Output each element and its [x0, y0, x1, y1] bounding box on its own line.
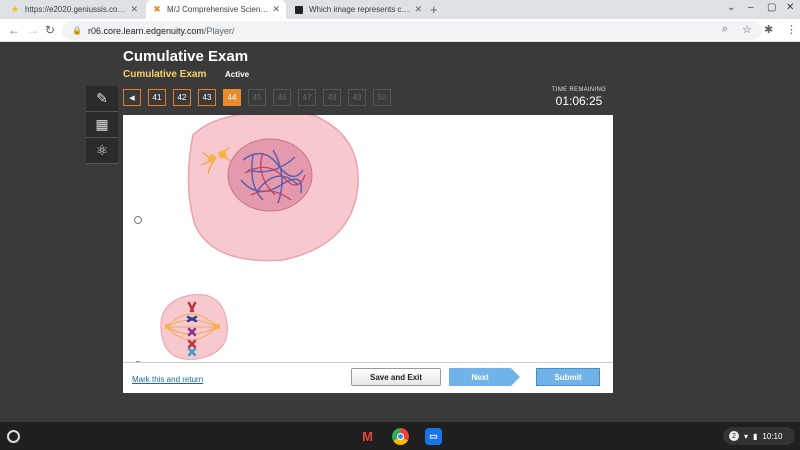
question-47: 47	[298, 89, 316, 106]
tab-title: https://e2020.geniussis.com/FE	[25, 5, 127, 14]
timer-label: TIME REMAINING	[551, 87, 607, 93]
close-tab-icon[interactable]: ✕	[272, 4, 280, 15]
minimize-icon[interactable]: –	[748, 2, 754, 13]
close-window-icon[interactable]: ✕	[786, 2, 794, 13]
new-tab-icon[interactable]: +	[430, 2, 438, 17]
next-button[interactable]: Next	[449, 368, 520, 386]
notification-count-badge: 2	[729, 431, 739, 441]
extensions-icon[interactable]: ✱	[764, 23, 773, 36]
cell-image-metaphase	[160, 294, 228, 360]
gmail-icon[interactable]: M	[359, 428, 376, 445]
status-badge: Active	[225, 70, 250, 79]
question-footer: Mark this and return Save and Exit Next …	[123, 362, 613, 393]
forward-icon[interactable]: →	[27, 23, 39, 37]
menu-icon[interactable]: ⋮	[786, 23, 797, 36]
question-48: 48	[323, 89, 341, 106]
question-50: 50	[373, 89, 391, 106]
address-bar[interactable]: 🔒 r06.core.learn.edgenuity.com/Player/	[62, 21, 762, 40]
brainly-favicon-icon	[294, 5, 304, 15]
browser-toolbar: ← → ↻ 🔒 r06.core.learn.edgenuity.com/Pla…	[0, 19, 800, 42]
browser-tab[interactable]: Which image represents cytokin ✕	[288, 0, 428, 19]
cell-image-interphase	[187, 115, 359, 262]
question-navigation: ◀ 41 42 43 44 45 46 47 48 49 50	[123, 89, 391, 107]
calculator-icon[interactable]: ▦	[86, 112, 118, 138]
maximize-icon[interactable]: ▢	[767, 2, 776, 13]
browser-tab-strip: ★ https://e2020.geniussis.com/FE ✕ ✖ M/J…	[0, 0, 800, 19]
status-tray[interactable]: 2 ▾ ▮ 10:10	[723, 427, 795, 445]
question-44-current[interactable]: 44	[223, 89, 241, 106]
exam-subtitle: Cumulative Exam	[123, 69, 207, 80]
question-42[interactable]: 42	[173, 89, 191, 106]
tool-palette: ✎ ▦ ⚛	[86, 86, 118, 164]
close-tab-icon[interactable]: ✕	[414, 4, 422, 15]
launcher-icon[interactable]	[7, 430, 20, 443]
exam-page: Cumulative Exam Cumulative Exam Active ✎…	[0, 42, 800, 422]
url-path: /Player/	[203, 25, 235, 36]
tab-title: M/J Comprehensive Science 1-F	[167, 5, 269, 14]
back-icon[interactable]: ←	[8, 23, 20, 37]
chrome-icon[interactable]	[392, 428, 409, 445]
question-panel: Mark this and return Save and Exit Next …	[123, 115, 613, 393]
star-favicon-icon: ★	[10, 4, 20, 14]
question-46: 46	[273, 89, 291, 106]
zoom-icon[interactable]: ⌕	[722, 23, 728, 36]
question-45: 45	[248, 89, 266, 106]
url-host: r06.core.learn.edgenuity.com	[87, 25, 204, 36]
question-43[interactable]: 43	[198, 89, 216, 106]
browser-tab[interactable]: ★ https://e2020.geniussis.com/FE ✕	[4, 0, 144, 19]
timer-value: 01:06:25	[555, 94, 603, 108]
answer-radio-a[interactable]	[134, 216, 142, 224]
calendar-icon[interactable]: ▭	[425, 428, 442, 445]
pencil-icon[interactable]: ✎	[86, 86, 118, 112]
close-tab-icon[interactable]: ✕	[130, 4, 138, 15]
edgenuity-favicon-icon: ✖	[153, 4, 161, 14]
save-and-exit-button[interactable]: Save and Exit	[351, 368, 441, 386]
chevron-left-icon[interactable]: ◀	[123, 89, 141, 106]
tab-title: Which image represents cytokin	[309, 5, 410, 14]
question-49: 49	[348, 89, 366, 106]
os-shelf: M ▭ 2 ▾ ▮ 10:10	[0, 422, 800, 450]
tab-search-icon[interactable]: ⌄	[727, 2, 735, 13]
lock-icon: 🔒	[72, 26, 82, 35]
clock: 10:10	[762, 431, 783, 441]
submit-button[interactable]: Submit	[536, 368, 600, 386]
bookmark-star-icon[interactable]: ☆	[742, 23, 752, 36]
reload-icon[interactable]: ↻	[45, 23, 55, 37]
timer: TIME REMAINING 01:06:25	[548, 87, 610, 108]
atom-icon[interactable]: ⚛	[86, 138, 118, 164]
wifi-icon: ▾	[744, 431, 749, 441]
battery-icon: ▮	[753, 431, 758, 441]
page-title: Cumulative Exam	[123, 48, 249, 65]
mark-and-return-link[interactable]: Mark this and return	[132, 375, 203, 384]
question-41[interactable]: 41	[148, 89, 166, 106]
browser-tab-active[interactable]: ✖ M/J Comprehensive Science 1-F ✕	[146, 0, 286, 19]
